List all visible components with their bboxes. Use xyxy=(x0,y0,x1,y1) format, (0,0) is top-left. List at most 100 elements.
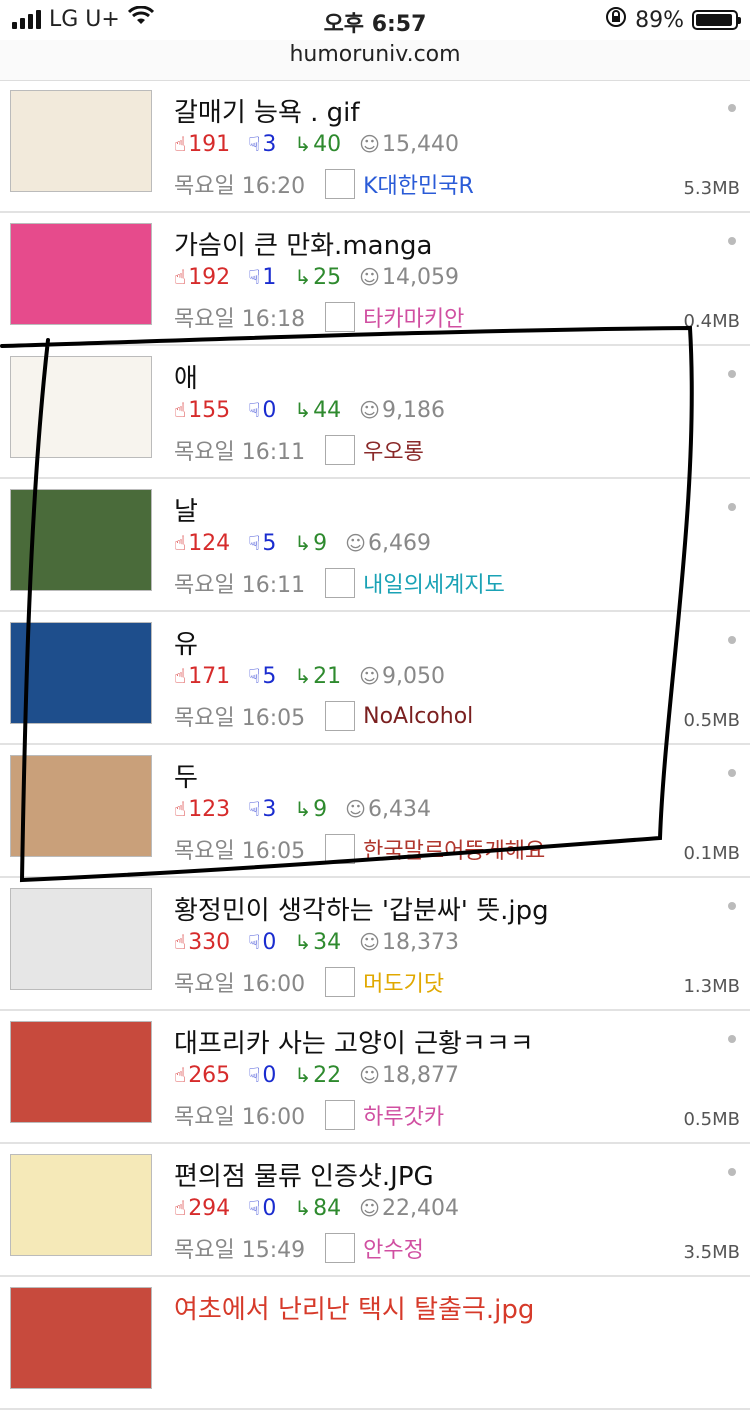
upvote-count: ☝191 xyxy=(174,132,231,157)
post-title[interactable]: 편의점 물류 인증샷.JPG xyxy=(174,1156,434,1193)
battery-percent: 89% xyxy=(635,7,684,33)
post-title[interactable]: 두 xyxy=(174,757,198,794)
avatar xyxy=(325,1233,356,1263)
author-nickname[interactable]: 머도기닷 xyxy=(363,966,444,998)
thumbs-down-icon: ☟ xyxy=(248,797,261,821)
post-thumbnail[interactable] xyxy=(10,888,152,990)
list-item[interactable]: 편의점 물류 인증샷.JPG ☝294 ☟0 ↳84 ☺22,404 목요일 15:49 안… xyxy=(0,1144,750,1277)
author[interactable]: 우오롱 xyxy=(325,434,424,466)
list-item[interactable]: 갈매기 능욕 . gif ☝191 ☟3 ↳40 ☺15,440 목요일 16:20 K대한… xyxy=(0,80,750,213)
list-item[interactable]: 여초에서 난리난 택시 탈출극.jpg xyxy=(0,1277,750,1410)
downvote-count: ☟0 xyxy=(248,398,277,423)
thumbs-up-icon: ☝ xyxy=(174,664,187,688)
author-nickname[interactable]: K대한민국R xyxy=(363,168,474,200)
battery-area: 89% xyxy=(605,6,741,34)
post-meta: 목요일 16:05 한국말르어뚱게해요 xyxy=(174,833,545,865)
author[interactable]: 내일의세계지도 xyxy=(325,567,505,599)
post-title[interactable]: 날 xyxy=(174,491,198,528)
reply-icon: ↳ xyxy=(294,265,312,289)
post-title[interactable]: 대프리카 사는 고양이 근황ㅋㅋㅋ xyxy=(174,1023,534,1060)
post-time: 목요일 15:49 xyxy=(174,1238,306,1263)
author[interactable]: 한국말르어뚱게해요 xyxy=(325,833,545,865)
post-stats: ☝171 ☟5 ↳21 ☺9,050 xyxy=(174,664,445,689)
author[interactable]: 안수정 xyxy=(325,1232,424,1264)
thumbs-up-icon: ☝ xyxy=(174,531,187,555)
post-thumbnail[interactable] xyxy=(10,356,152,458)
reply-count: ↳40 xyxy=(294,132,342,157)
battery-icon xyxy=(692,10,741,30)
thumbs-down-icon: ☟ xyxy=(248,531,261,555)
upvote-count: ☝192 xyxy=(174,265,231,290)
reply-icon: ↳ xyxy=(294,531,312,555)
list-item[interactable]: 날 ☝124 ☟5 ↳9 ☺6,469 목요일 16:11 내일의세계지도 xyxy=(0,479,750,612)
thumbs-down-icon: ☟ xyxy=(248,398,261,422)
list-item[interactable]: 대프리카 사는 고양이 근황ㅋㅋㅋ ☝265 ☟0 ↳22 ☺18,877 목요일 16:… xyxy=(0,1011,750,1144)
file-size: 0.5MB xyxy=(683,1109,740,1130)
views-icon: ☺ xyxy=(359,664,380,688)
author-nickname[interactable]: 안수정 xyxy=(363,1232,424,1264)
post-thumbnail[interactable] xyxy=(10,489,152,591)
file-size: 5.3MB xyxy=(683,178,740,199)
thumbs-up-icon: ☝ xyxy=(174,398,187,422)
views-icon: ☺ xyxy=(345,797,366,821)
rotation-lock-icon xyxy=(605,6,627,34)
reply-count: ↳34 xyxy=(294,930,342,955)
author-nickname[interactable]: 우오롱 xyxy=(363,434,424,466)
post-thumbnail[interactable] xyxy=(10,755,152,857)
avatar xyxy=(325,568,356,598)
author-nickname[interactable]: 한국말르어뚱게해요 xyxy=(363,833,545,865)
post-title[interactable]: 황정민이 생각하는 '갑분싸' 뜻.jpg xyxy=(174,890,549,927)
post-meta: 목요일 16:18 타카마키안 xyxy=(174,301,464,333)
downvote-count: ☟1 xyxy=(248,265,277,290)
reply-icon: ↳ xyxy=(294,797,312,821)
author-nickname[interactable]: NoAlcohol xyxy=(363,704,473,729)
post-meta: 목요일 16:11 우오롱 xyxy=(174,434,424,466)
upvote-count: ☝171 xyxy=(174,664,231,689)
post-stats: ☝265 ☟0 ↳22 ☺18,877 xyxy=(174,1063,459,1088)
post-thumbnail[interactable] xyxy=(10,1154,152,1256)
avatar xyxy=(325,302,356,332)
list-item[interactable]: 가슴이 큰 만화.manga ☝192 ☟1 ↳25 ☺14,059 목요일 16:18 타… xyxy=(0,213,750,346)
post-meta: 목요일 16:20 K대한민국R xyxy=(174,168,474,200)
avatar xyxy=(325,701,356,731)
post-stats: ☝330 ☟0 ↳34 ☺18,373 xyxy=(174,930,459,955)
author-nickname[interactable]: 하루갓카 xyxy=(363,1099,444,1131)
thumbs-down-icon: ☟ xyxy=(248,265,261,289)
reply-count: ↳22 xyxy=(294,1063,342,1088)
post-thumbnail[interactable] xyxy=(10,1021,152,1123)
list-item[interactable]: 애 ☝155 ☟0 ↳44 ☺9,186 목요일 16:11 우오롱 xyxy=(0,346,750,479)
list-item[interactable]: 유 ☝171 ☟5 ↳21 ☺9,050 목요일 16:05 NoAlcohol 0.5MB xyxy=(0,612,750,745)
downvote-count: ☟3 xyxy=(248,797,277,822)
post-title[interactable]: 유 xyxy=(174,624,198,661)
post-meta: 목요일 16:05 NoAlcohol xyxy=(174,700,473,732)
author[interactable]: 머도기닷 xyxy=(325,966,444,998)
post-title[interactable]: 갈매기 능욕 . gif xyxy=(174,92,360,129)
address-bar[interactable]: humoruniv.com xyxy=(0,40,750,81)
view-count: ☺9,186 xyxy=(359,398,445,423)
list-item[interactable]: 황정민이 생각하는 '갑분싸' 뜻.jpg ☝330 ☟0 ↳34 ☺18,373 목요일… xyxy=(0,878,750,1011)
post-title[interactable]: 여초에서 난리난 택시 탈출극.jpg xyxy=(174,1289,534,1326)
author-nickname[interactable]: 타카마키안 xyxy=(363,301,464,333)
post-title[interactable]: 애 xyxy=(174,358,198,395)
reply-count: ↳25 xyxy=(294,265,342,290)
new-indicator-dot xyxy=(728,769,736,777)
downvote-count: ☟0 xyxy=(248,930,277,955)
author[interactable]: 타카마키안 xyxy=(325,301,464,333)
new-indicator-dot xyxy=(728,237,736,245)
post-thumbnail[interactable] xyxy=(10,90,152,192)
author[interactable]: NoAlcohol xyxy=(325,701,473,731)
upvote-count: ☝123 xyxy=(174,797,231,822)
new-indicator-dot xyxy=(728,1035,736,1043)
author[interactable]: 하루갓카 xyxy=(325,1099,444,1131)
post-thumbnail[interactable] xyxy=(10,223,152,325)
post-thumbnail[interactable] xyxy=(10,1287,152,1389)
author-nickname[interactable]: 내일의세계지도 xyxy=(363,567,505,599)
downvote-count: ☟0 xyxy=(248,1196,277,1221)
list-item[interactable]: 두 ☝123 ☟3 ↳9 ☺6,434 목요일 16:05 한국말르어뚱게해요 0.1MB xyxy=(0,745,750,878)
thumbs-up-icon: ☝ xyxy=(174,930,187,954)
post-thumbnail[interactable] xyxy=(10,622,152,724)
post-title[interactable]: 가슴이 큰 만화.manga xyxy=(174,225,433,262)
views-icon: ☺ xyxy=(359,265,380,289)
file-size: 0.1MB xyxy=(683,843,740,864)
author[interactable]: K대한민국R xyxy=(325,168,474,200)
